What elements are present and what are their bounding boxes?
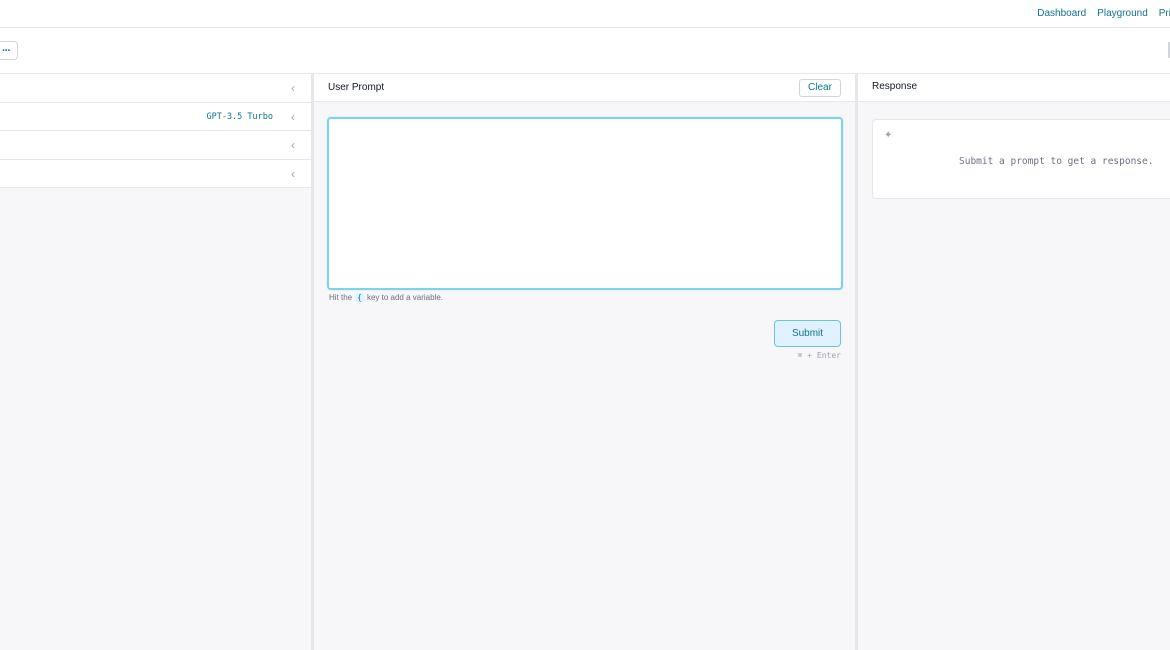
prompt-panel-title: User Prompt bbox=[328, 82, 385, 93]
sidebar-row-1[interactable]: ‹ bbox=[0, 74, 311, 103]
nav-link-dashboard[interactable]: Dashboard bbox=[1037, 8, 1086, 19]
more-options-button[interactable]: ··· bbox=[0, 41, 18, 60]
submit-button[interactable]: Submit bbox=[774, 320, 841, 347]
chevron-left-icon[interactable]: ‹ bbox=[291, 167, 295, 181]
response-card: ✦ Submit a prompt to get a response. bbox=[872, 119, 1170, 199]
variable-key: { bbox=[355, 293, 364, 302]
sparkle-icon: ✦ bbox=[884, 130, 893, 141]
prompt-panel-header: User Prompt Clear bbox=[314, 74, 855, 102]
chevron-left-icon[interactable]: ‹ bbox=[291, 110, 295, 124]
nav-link-playground[interactable]: Playground bbox=[1097, 8, 1148, 19]
chevron-left-icon[interactable]: ‹ bbox=[291, 138, 295, 152]
submit-shortcut: ⌘ + Enter bbox=[797, 351, 841, 360]
nav-link-pricing[interactable]: Pric bbox=[1159, 8, 1170, 19]
sidebar-row-4[interactable]: ‹ bbox=[0, 159, 311, 188]
variable-hint: Hit the { key to add a variable. bbox=[329, 293, 443, 302]
user-prompt-panel: User Prompt Clear Hit the { key to add a… bbox=[314, 74, 855, 650]
sidebar-row-3[interactable]: ‹ bbox=[0, 131, 311, 160]
clear-button[interactable]: Clear bbox=[799, 79, 841, 97]
response-placeholder: Submit a prompt to get a response. bbox=[959, 156, 1154, 167]
chevron-left-icon[interactable]: ‹ bbox=[291, 81, 295, 95]
sidebar-row-model[interactable]: GPT-3.5 Turbo ‹ bbox=[0, 102, 311, 131]
response-panel-header: Response bbox=[858, 74, 1170, 102]
hint-text-post: key to add a variable. bbox=[366, 293, 443, 302]
nav-links: Dashboard Playground Pric bbox=[1037, 8, 1170, 19]
settings-sidebar: ‹ GPT-3.5 Turbo ‹ ‹ ‹ bbox=[0, 74, 312, 650]
toolbar: ··· bbox=[0, 28, 1170, 74]
prompt-input[interactable] bbox=[327, 117, 843, 290]
top-navigation-bar: Dashboard Playground Pric bbox=[0, 0, 1170, 28]
response-panel-title: Response bbox=[872, 81, 918, 92]
hint-text-pre: Hit the bbox=[329, 293, 353, 302]
response-panel: Response ✦ Submit a prompt to get a resp… bbox=[858, 74, 1170, 650]
model-value: GPT-3.5 Turbo bbox=[206, 111, 273, 122]
